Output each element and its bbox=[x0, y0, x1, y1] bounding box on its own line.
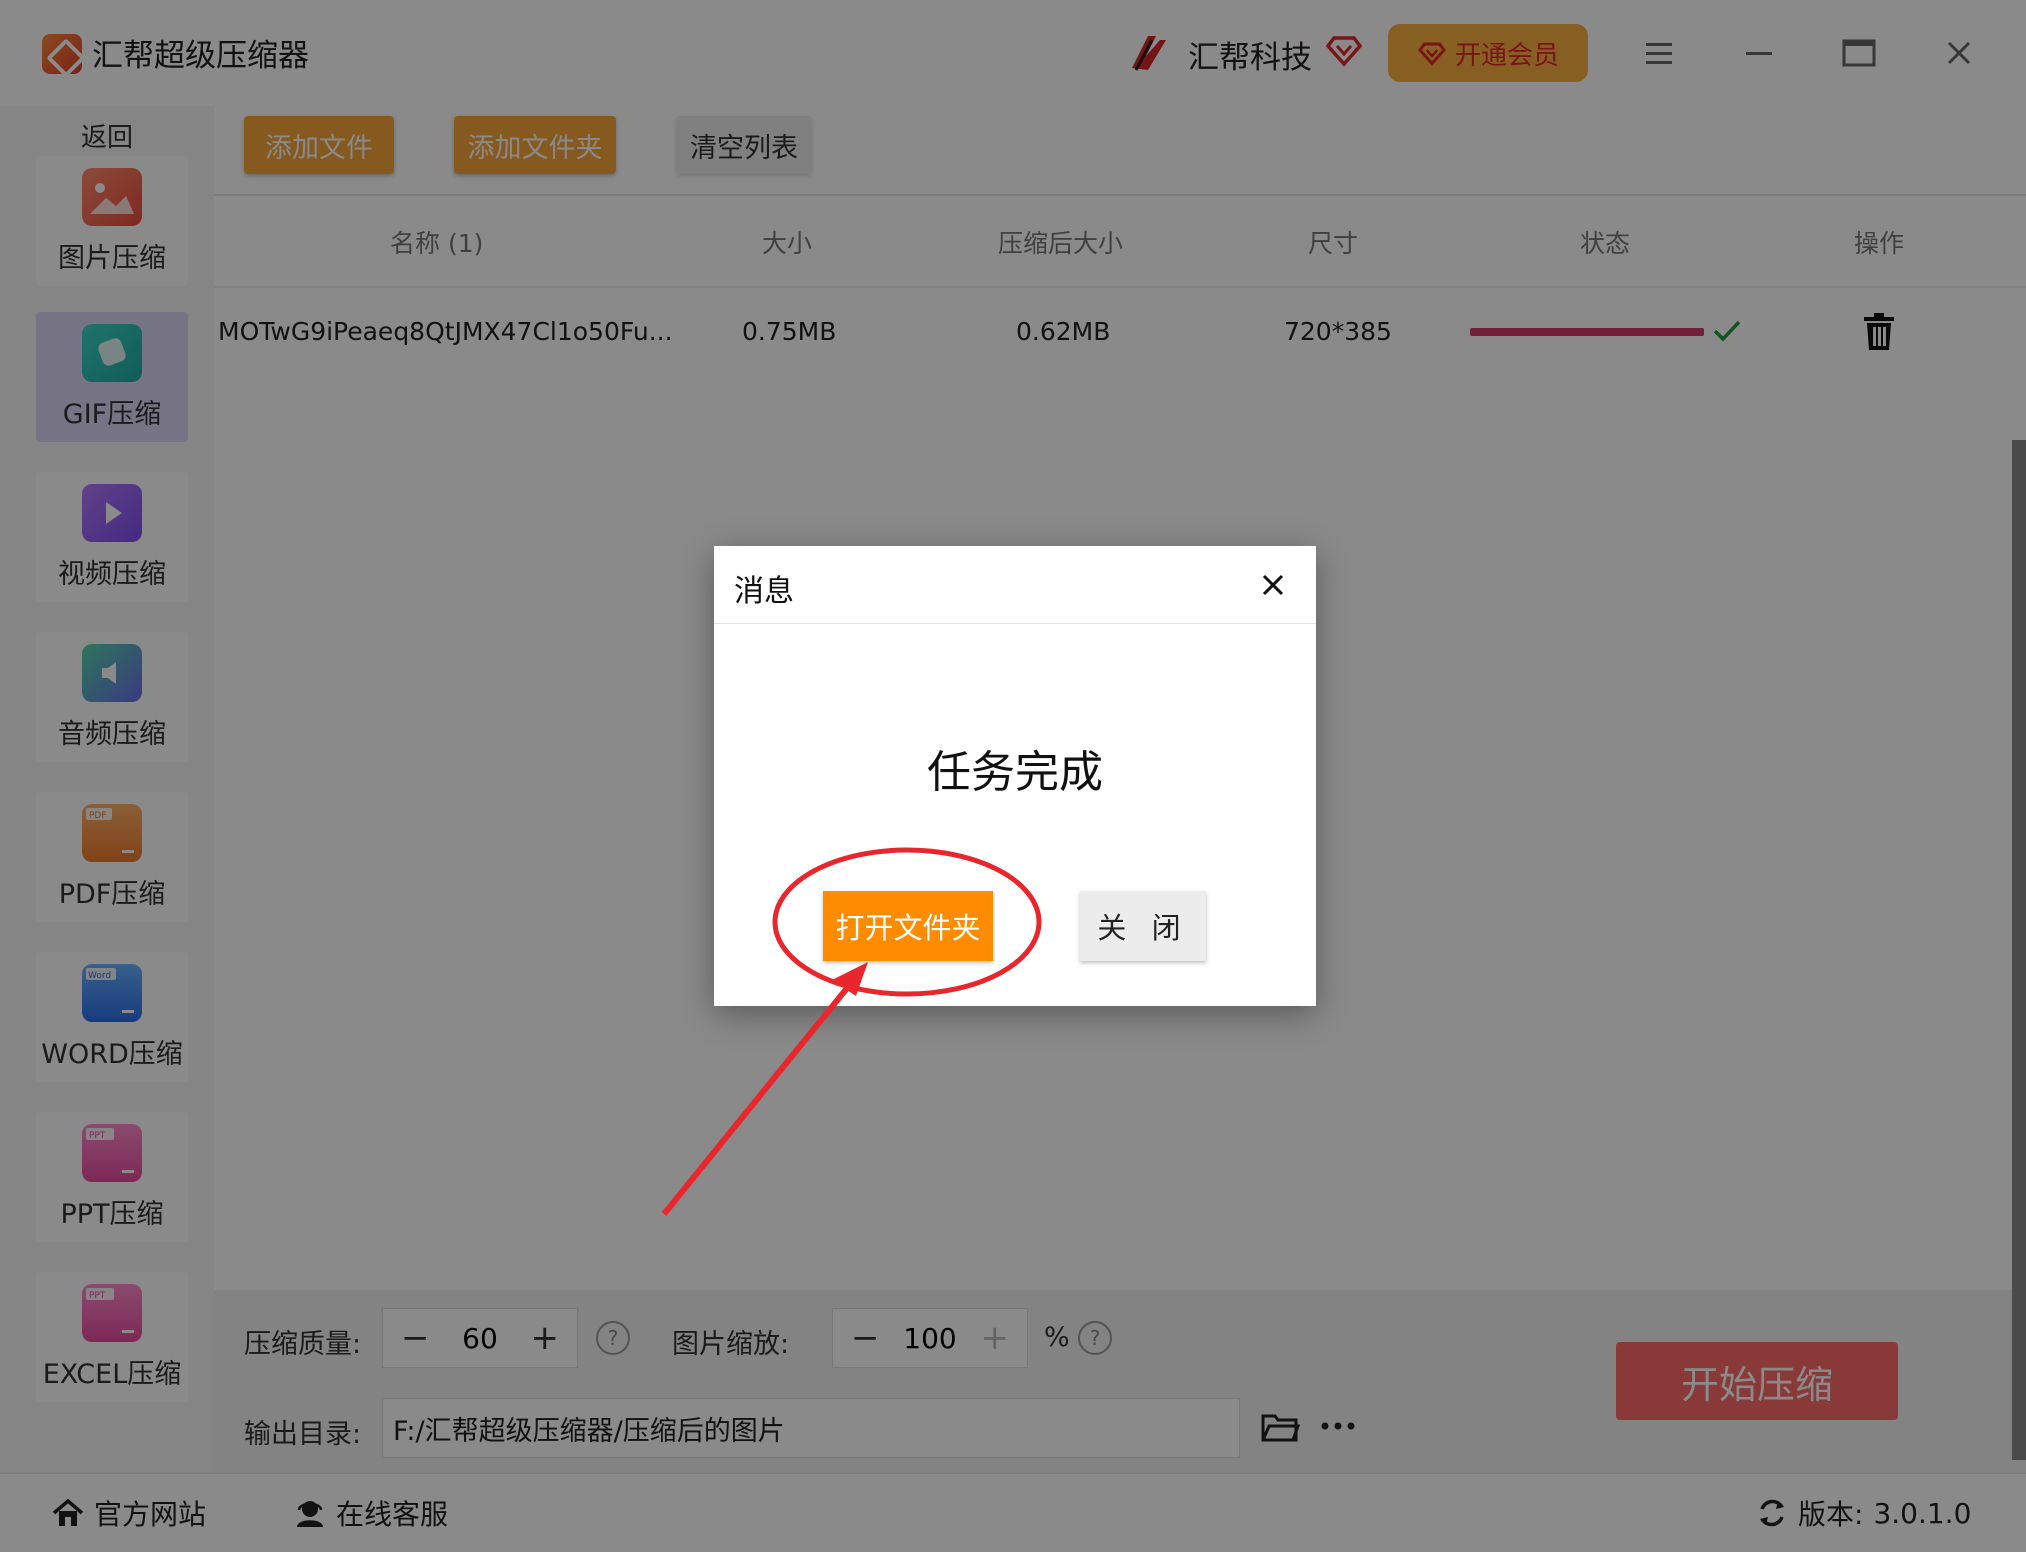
dialog-dismiss-button[interactable]: 关 闭 bbox=[1080, 891, 1206, 961]
dialog-title: 消息 bbox=[734, 574, 794, 609]
message-dialog: 消息 任务完成 打开文件夹 关 闭 bbox=[714, 546, 1316, 1006]
dialog-message: 任务完成 bbox=[927, 747, 1103, 798]
open-folder-button[interactable]: 打开文件夹 bbox=[823, 891, 993, 961]
scrollbar[interactable] bbox=[2012, 440, 2026, 1460]
dialog-close-button[interactable] bbox=[1252, 564, 1294, 606]
dialog-header: 消息 bbox=[714, 546, 1316, 624]
close-icon bbox=[1262, 574, 1284, 596]
